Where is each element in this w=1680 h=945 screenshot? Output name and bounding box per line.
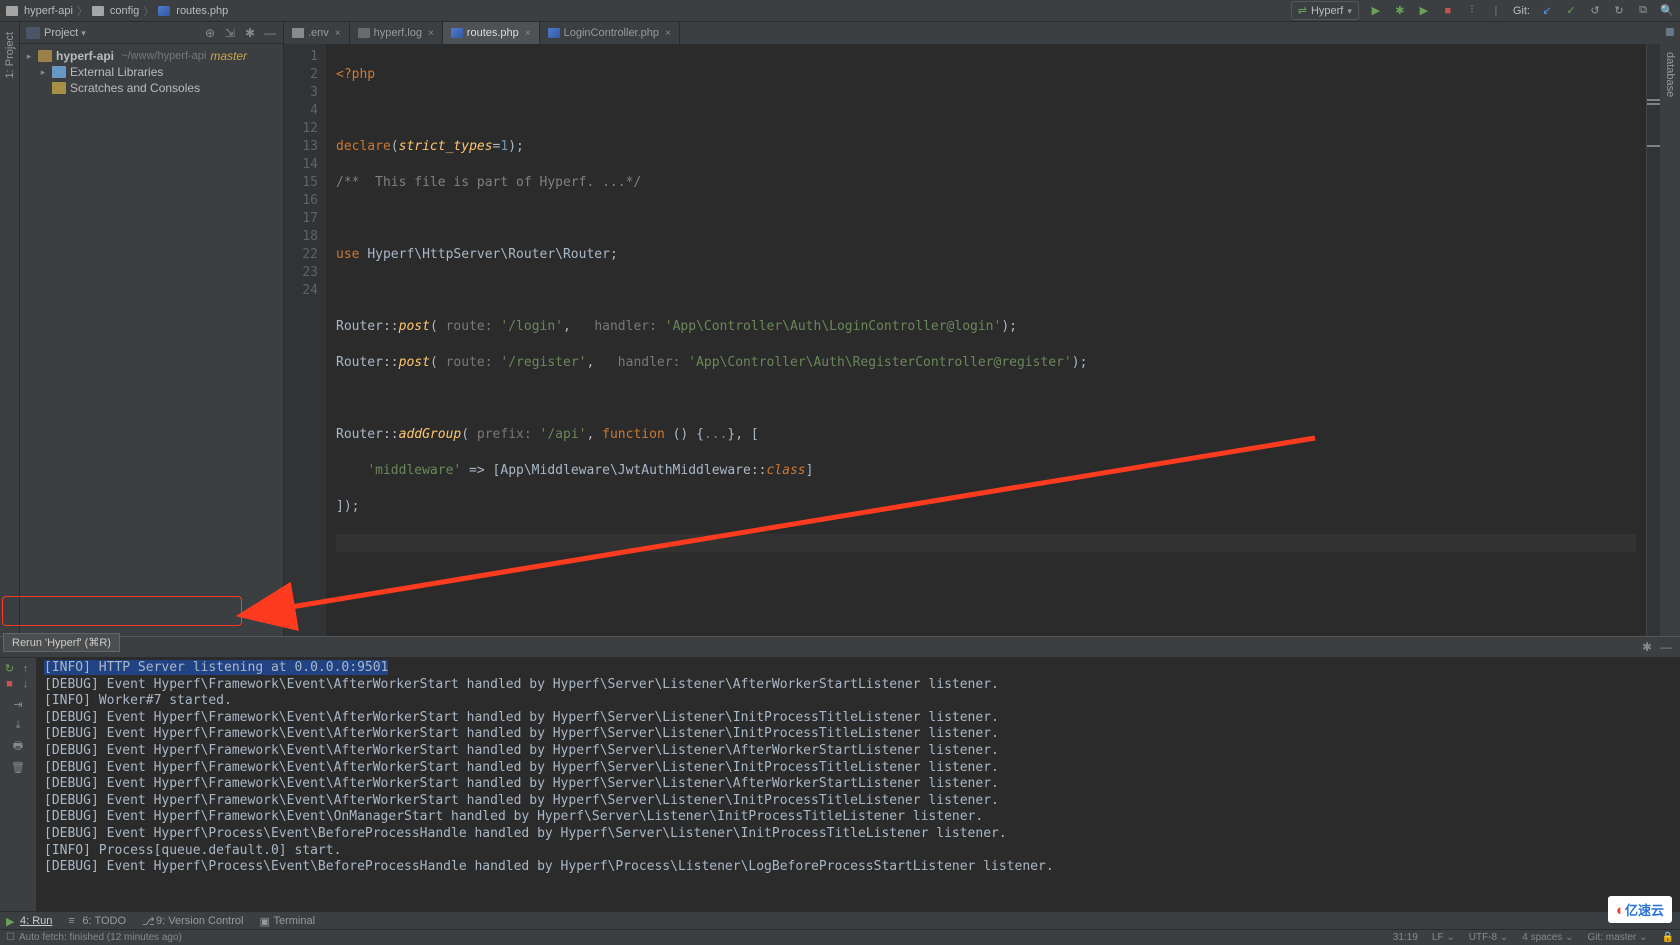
library-icon	[52, 66, 66, 78]
crumb[interactable]: routes.php	[176, 5, 228, 17]
run-icon[interactable]: ▶	[1369, 4, 1383, 18]
console-line: [DEBUG] Event Hyperf\Framework\Event\Aft…	[44, 710, 1672, 727]
tab-routes[interactable]: routes.php×	[443, 22, 540, 44]
breadcrumb[interactable]: hyperf-api 〉 config 〉 routes.php	[6, 3, 228, 19]
tool-project[interactable]: 1: Project	[4, 26, 16, 84]
line-sep[interactable]: LF ⌄	[1432, 932, 1455, 943]
tooltip: Rerun 'Hyperf' (⌘R)	[3, 633, 120, 652]
run-header[interactable]: Rerun 'Hyperf' (⌘R) ✱ —	[0, 636, 1680, 658]
status-msg-icon[interactable]: ☐	[6, 932, 15, 943]
console-line: [DEBUG] Event Hyperf\Framework\Event\Aft…	[44, 726, 1672, 743]
status-bar: ☐ Auto fetch: finished (12 minutes ago) …	[0, 929, 1680, 945]
marker[interactable]	[1647, 103, 1660, 105]
close-icon[interactable]: ×	[335, 28, 341, 39]
down-icon[interactable]: ↓	[19, 677, 32, 690]
console-line: [INFO] Process[queue.default.0] start.	[44, 843, 1672, 860]
folder-icon	[92, 6, 104, 16]
navigation-bar: hyperf-api 〉 config 〉 routes.php ⇌ Hyper…	[0, 0, 1680, 22]
run-config-name: Hyperf	[1311, 5, 1343, 17]
console-line: [DEBUG] Event Hyperf\Framework\Event\Aft…	[44, 776, 1672, 793]
hide-icon[interactable]: —	[1660, 640, 1672, 654]
tab-env[interactable]: .env×	[284, 22, 350, 44]
diff-icon[interactable]: ⧉	[1636, 4, 1650, 18]
commit-icon[interactable]: ✓	[1564, 4, 1578, 18]
console-line: [DEBUG] Event Hyperf\Framework\Event\Aft…	[44, 677, 1672, 694]
tool-terminal[interactable]: ▣Terminal	[259, 915, 315, 927]
scroll-icon[interactable]: ⤓	[11, 719, 25, 732]
console-line: [DEBUG] Event Hyperf\Framework\Event\Aft…	[44, 760, 1672, 777]
caret-position[interactable]: 31:19	[1393, 932, 1418, 943]
lock-icon[interactable]: 🔒	[1662, 932, 1674, 943]
hide-icon[interactable]: —	[263, 26, 277, 40]
editor-tabs: .env× hyperf.log× routes.php× LoginContr…	[284, 22, 1660, 44]
revert-icon[interactable]: ↻	[1612, 4, 1626, 18]
close-icon[interactable]: ×	[525, 28, 531, 39]
console-line: [DEBUG] Event Hyperf\Framework\Event\Aft…	[44, 743, 1672, 760]
project-label: Project	[44, 27, 78, 39]
module-icon	[38, 50, 52, 62]
history-icon[interactable]: ↺	[1588, 4, 1602, 18]
console-line: [DEBUG] Event Hyperf\Framework\Event\OnM…	[44, 809, 1672, 826]
status-message: Auto fetch: finished (12 minutes ago)	[19, 932, 182, 943]
console-line: [INFO] Worker#7 started.	[44, 693, 1672, 710]
db-icon[interactable]	[1666, 28, 1674, 36]
search-icon[interactable]: 🔍	[1660, 4, 1674, 18]
git-branch[interactable]: Git: master ⌄	[1587, 932, 1647, 943]
clear-icon[interactable]: 🗑	[11, 761, 25, 774]
debug-icon[interactable]: ✱	[1393, 4, 1407, 18]
external-libs[interactable]: External Libraries	[70, 65, 163, 79]
rerun-icon[interactable]: ↻	[3, 662, 16, 675]
target-icon[interactable]: ⊕	[203, 26, 217, 40]
wrap-icon[interactable]: ⇥	[11, 698, 25, 711]
close-icon[interactable]: ×	[665, 28, 671, 39]
run-toolbar: ↻ ↑ ■ ↓ ⇥ ⤓ 🖶 🗑	[0, 658, 36, 911]
settings-icon[interactable]: ✱	[1642, 640, 1652, 654]
scratches[interactable]: Scratches and Consoles	[70, 81, 200, 95]
expand-icon[interactable]: ⇲	[223, 26, 237, 40]
tab-login[interactable]: LoginController.php×	[540, 22, 680, 44]
marker[interactable]	[1647, 145, 1660, 147]
project-tree[interactable]: ▸ hyperf-api ~/www/hyperf-api master ▸ E…	[20, 44, 283, 100]
run-config-selector[interactable]: ⇌ Hyperf	[1291, 1, 1359, 20]
stop-icon[interactable]: ■	[1441, 4, 1455, 18]
up-icon[interactable]: ↑	[19, 662, 32, 675]
crumb[interactable]: config	[110, 5, 139, 17]
settings-icon[interactable]: ✱	[243, 26, 257, 40]
update-icon[interactable]: ↙	[1540, 4, 1554, 18]
console-line: [DEBUG] Event Hyperf\Process\Event\Befor…	[44, 859, 1672, 876]
git-label: Git:	[1513, 5, 1530, 17]
console-line: [INFO] HTTP Server listening at 0.0.0.0:…	[44, 660, 388, 675]
scratch-icon	[52, 82, 66, 94]
stop-icon[interactable]: ■	[3, 677, 16, 690]
bottom-tool-strip: ▶4: Run ≡6: TODO ⎇9: Version Control ▣Te…	[0, 911, 1680, 929]
folder-icon	[6, 6, 18, 16]
close-icon[interactable]: ×	[428, 28, 434, 39]
print-icon[interactable]: 🖶	[11, 740, 25, 753]
crumb[interactable]: hyperf-api	[24, 5, 73, 17]
root-name[interactable]: hyperf-api	[56, 49, 114, 63]
watermark: ◐亿速云	[1608, 896, 1672, 923]
branch-label: master	[210, 49, 247, 63]
coverage-icon[interactable]: ▶	[1417, 4, 1431, 18]
tool-run[interactable]: ▶4: Run	[6, 915, 52, 927]
project-icon	[26, 27, 40, 39]
console-line: [DEBUG] Event Hyperf\Framework\Event\Aft…	[44, 793, 1672, 810]
project-header[interactable]: Project ⊕ ⇲ ✱ —	[20, 22, 283, 44]
encoding[interactable]: UTF-8 ⌄	[1469, 932, 1509, 943]
console-line: [DEBUG] Event Hyperf\Process\Event\Befor…	[44, 826, 1672, 843]
php-file-icon	[158, 6, 170, 16]
tool-database[interactable]: database	[1664, 46, 1676, 103]
attach-icon[interactable]: ⫶	[1465, 4, 1479, 18]
run-tool-window: Rerun 'Hyperf' (⌘R) ✱ — ↻ ↑ ■ ↓ ⇥ ⤓ 🖶 🗑 …	[0, 636, 1680, 911]
tab-log[interactable]: hyperf.log×	[350, 22, 443, 44]
tool-todo[interactable]: ≡6: TODO	[68, 915, 126, 927]
marker[interactable]	[1647, 99, 1660, 101]
tool-vcs[interactable]: ⎇9: Version Control	[142, 915, 243, 927]
indent[interactable]: 4 spaces ⌄	[1522, 932, 1573, 943]
console-output[interactable]: [INFO] HTTP Server listening at 0.0.0.0:…	[36, 658, 1680, 911]
